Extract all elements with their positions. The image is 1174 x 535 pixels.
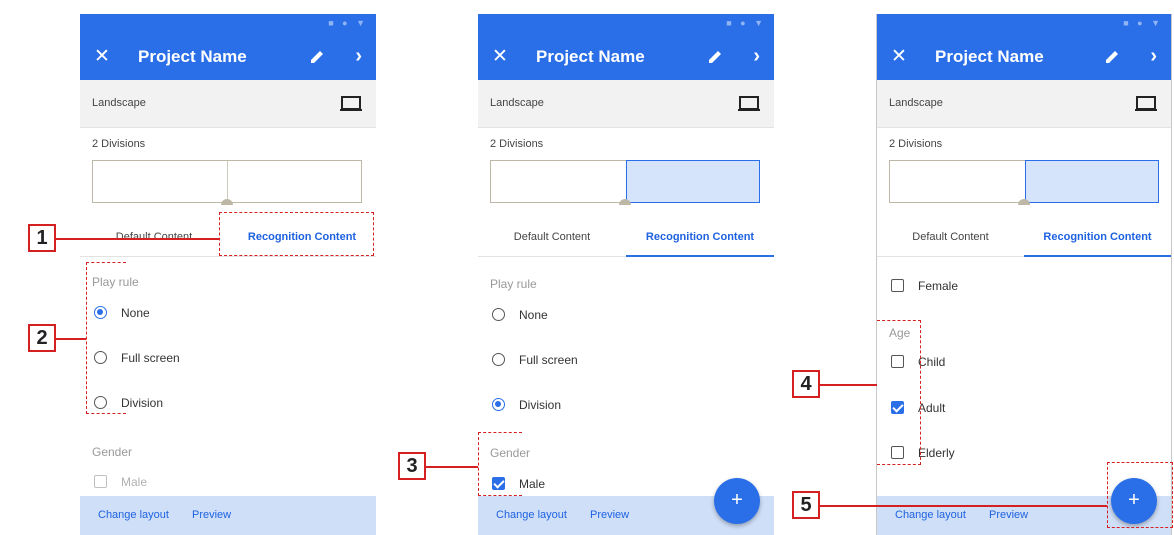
page-title: Project Name: [536, 47, 645, 66]
landscape-icon: [340, 96, 362, 111]
preview-link[interactable]: Preview: [989, 509, 1028, 521]
status-bar: ■ ● ▼: [877, 14, 1171, 34]
gender-title: Gender: [92, 445, 133, 459]
next-icon[interactable]: ›: [355, 45, 362, 67]
divisions-label: 2 Divisions: [490, 138, 544, 150]
division-right-selected[interactable]: [626, 160, 760, 203]
change-layout-link[interactable]: Change layout: [98, 509, 169, 521]
orientation-label: Landscape: [92, 97, 146, 109]
division-preview: [889, 160, 1159, 205]
division-handle[interactable]: [1018, 199, 1030, 205]
checkbox-icon[interactable]: [891, 279, 904, 292]
radio-icon[interactable]: [492, 308, 505, 321]
division-handle[interactable]: [619, 199, 631, 205]
phone-screen-2: ■ ● ▼ ✕ Project Name › Landscape 2 Divis…: [478, 14, 774, 535]
option-label: Elderly: [918, 446, 955, 460]
orientation-row[interactable]: Landscape: [877, 80, 1171, 128]
division-preview: [490, 160, 760, 205]
division-preview: [92, 160, 362, 205]
option-label: Division: [121, 396, 164, 410]
orientation-row[interactable]: Landscape: [80, 80, 376, 128]
callout-4: 4: [792, 370, 820, 398]
landscape-icon: [1135, 96, 1157, 111]
tab-default-content[interactable]: Default Content: [877, 217, 1024, 257]
next-icon[interactable]: ›: [753, 45, 760, 67]
divisions-label: 2 Divisions: [889, 138, 943, 150]
add-button[interactable]: +: [714, 478, 760, 524]
status-icons: ■ ● ▼: [726, 18, 766, 28]
status-bar: ■ ● ▼: [478, 14, 774, 34]
change-layout-link[interactable]: Change layout: [895, 509, 966, 521]
callout-line-3: [426, 466, 478, 468]
highlight-play-rule: [86, 262, 126, 414]
play-rule-none[interactable]: None: [492, 306, 548, 326]
option-label: None: [519, 308, 548, 322]
status-icons: ■ ● ▼: [328, 18, 368, 28]
content-tabs: Default Content Recognition Content: [478, 217, 774, 257]
division-left[interactable]: [491, 161, 625, 202]
radio-selected-icon[interactable]: [492, 398, 505, 411]
callout-2: 2: [28, 324, 56, 352]
tab-default-content[interactable]: Default Content: [478, 217, 626, 257]
close-icon[interactable]: ✕: [492, 45, 508, 67]
callout-line-4: [820, 384, 877, 386]
gender-female[interactable]: Female: [891, 277, 958, 297]
page-title: Project Name: [935, 47, 1044, 66]
option-label: Child: [918, 355, 946, 369]
checkbox-icon[interactable]: [94, 475, 107, 488]
option-label: Male: [121, 475, 148, 489]
next-icon[interactable]: ›: [1150, 45, 1157, 67]
edit-icon[interactable]: [706, 48, 724, 66]
edit-icon[interactable]: [1103, 48, 1121, 66]
option-label: Female: [918, 279, 959, 293]
highlight-fab: [1107, 462, 1173, 528]
page-title: Project Name: [138, 47, 247, 66]
callout-line-1: [56, 238, 219, 240]
orientation-label: Landscape: [889, 97, 943, 109]
highlight-recognition-tab: [219, 212, 374, 256]
preview-link[interactable]: Preview: [590, 509, 629, 521]
division-left[interactable]: [890, 161, 1024, 202]
gender-male[interactable]: Male: [94, 473, 147, 493]
play-rule-full-screen[interactable]: Full screen: [492, 351, 578, 371]
option-label: Division: [519, 398, 562, 412]
option-label: Full screen: [121, 351, 180, 365]
app-bar: ✕ Project Name ›: [877, 34, 1171, 80]
callout-5: 5: [792, 491, 820, 519]
divisions-label: 2 Divisions: [92, 138, 146, 150]
division-handle[interactable]: [221, 199, 233, 205]
callout-3: 3: [398, 452, 426, 480]
option-label: Adult: [918, 401, 946, 415]
radio-icon[interactable]: [492, 353, 505, 366]
tab-recognition-content[interactable]: Recognition Content: [626, 217, 774, 257]
division-left[interactable]: [93, 161, 227, 202]
tab-recognition-content[interactable]: Recognition Content: [1024, 217, 1171, 257]
preview-link[interactable]: Preview: [192, 509, 231, 521]
bottom-bar: Change layout Preview: [80, 496, 376, 535]
callout-line-2: [56, 338, 86, 340]
orientation-label: Landscape: [490, 97, 544, 109]
status-bar: ■ ● ▼: [80, 14, 376, 34]
close-icon[interactable]: ✕: [891, 45, 907, 67]
callout-line-5: [820, 505, 1107, 507]
callout-1: 1: [28, 224, 56, 252]
orientation-row[interactable]: Landscape: [478, 80, 774, 128]
option-label: Male: [519, 477, 546, 491]
option-label: Full screen: [519, 353, 578, 367]
app-bar: ✕ Project Name ›: [80, 34, 376, 80]
landscape-icon: [738, 96, 760, 111]
close-icon[interactable]: ✕: [94, 45, 110, 67]
edit-icon[interactable]: [308, 48, 326, 66]
status-icons: ■ ● ▼: [1123, 18, 1163, 28]
division-right-selected[interactable]: [1025, 160, 1159, 203]
tab-default-content[interactable]: Default Content: [80, 217, 228, 257]
play-rule-title: Play rule: [490, 277, 537, 291]
play-rule-division[interactable]: Division: [492, 396, 561, 416]
highlight-age: [877, 320, 921, 465]
change-layout-link[interactable]: Change layout: [496, 509, 567, 521]
division-right[interactable]: [227, 161, 361, 202]
app-bar: ✕ Project Name ›: [478, 34, 774, 80]
highlight-gender: [478, 432, 522, 496]
content-tabs: Default Content Recognition Content: [877, 217, 1171, 257]
